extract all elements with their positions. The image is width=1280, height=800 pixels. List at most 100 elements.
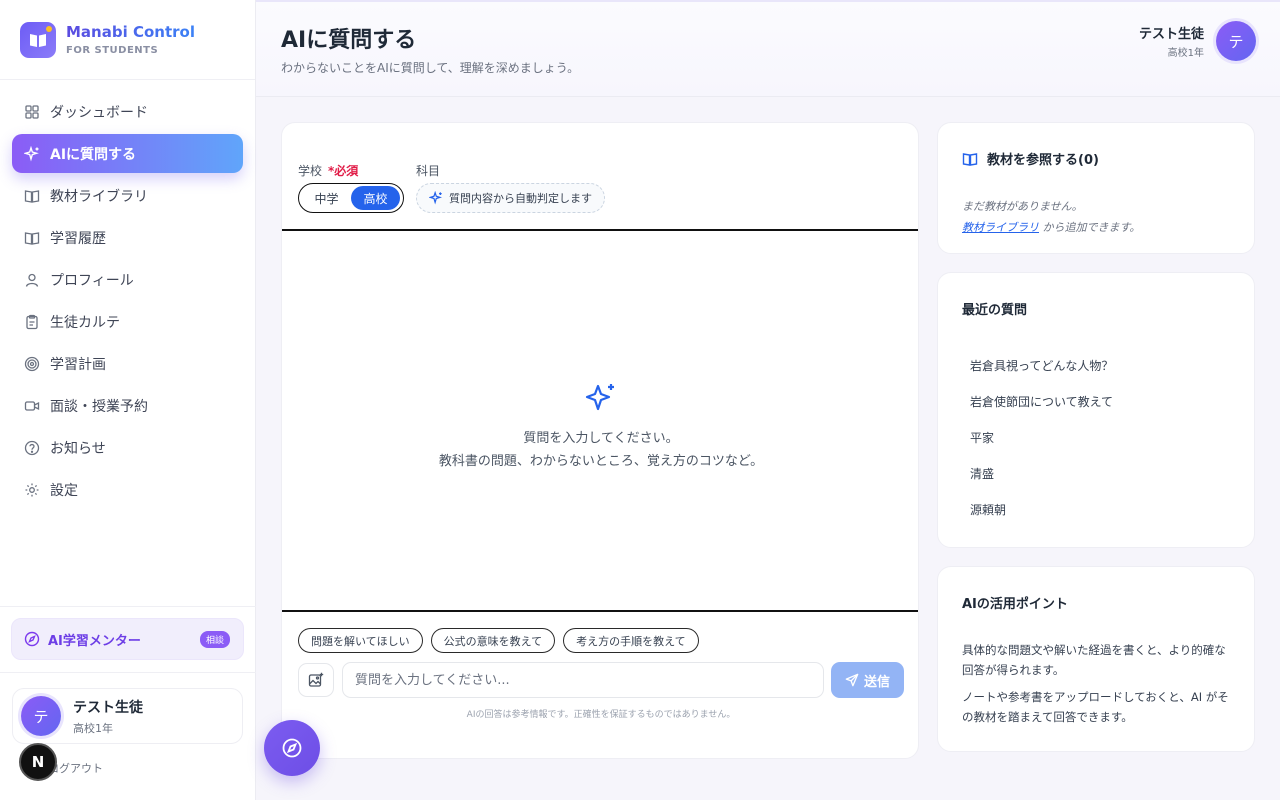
- materials-card: 教材を参照する(0) まだ教材がありません。 教材ライブラリ から追加できます。: [937, 122, 1255, 254]
- materials-suffix: から追加できます。: [1039, 221, 1141, 234]
- page-subtitle: わからないことをAIに質問して、理解を深めましょう。: [281, 61, 580, 75]
- book-logo-icon: [20, 21, 56, 58]
- sidebar-item-label: お知らせ: [50, 440, 106, 457]
- recent-question-item[interactable]: 清盛: [970, 465, 994, 482]
- sidebar-item-label: 教材ライブラリ: [50, 188, 148, 205]
- compass-icon: [24, 631, 40, 647]
- sidebar-item-label: ダッシュボード: [50, 104, 148, 121]
- sidebar-divider: [0, 672, 256, 673]
- recent-title: 最近の質問: [962, 303, 1028, 318]
- chat-card: 学校 *必須 科目 中学 高校 質問内容から自動判定します 質問を入力してください…: [281, 122, 919, 759]
- tips-card: AIの活用ポイント 具体的な問題文や解いた経過を書くと、より的確な回答が得られま…: [937, 566, 1255, 752]
- school-selector: 中学 高校: [298, 183, 404, 213]
- materials-empty: まだ教材がありません。 教材ライブラリ から追加できます。: [962, 198, 1140, 235]
- suggestion-chip[interactable]: 公式の意味を教えて: [430, 628, 556, 653]
- user-icon: [25, 273, 39, 287]
- sidebar-item-library[interactable]: 教材ライブラリ: [12, 176, 243, 215]
- sidebar-item-dashboard[interactable]: ダッシュボード: [12, 92, 243, 131]
- book-open-icon: [24, 231, 40, 245]
- materials-title-label: 教材を参照する(0): [987, 153, 1099, 168]
- sidebar-item-label: プロフィール: [50, 272, 134, 289]
- user-grade: 高校1年: [73, 721, 113, 735]
- sidebar-item-history[interactable]: 学習履歴: [12, 218, 243, 257]
- sidebar-item-profile[interactable]: プロフィール: [12, 260, 243, 299]
- sidebar-item-ask-ai[interactable]: AIに質問する: [12, 134, 243, 173]
- materials-title[interactable]: 教材を参照する(0): [962, 149, 1099, 168]
- subject-auto-label: 質問内容から自動判定します: [449, 192, 592, 205]
- sidebar-item-label: 設定: [50, 482, 78, 499]
- sidebar-item-label: 生徒カルテ: [50, 314, 120, 331]
- help-circle-icon: [24, 440, 40, 455]
- sidebar: Manabi Control FOR STUDENTS ダッシュボード AIに質…: [0, 0, 256, 800]
- library-link[interactable]: 教材ライブラリ: [962, 221, 1039, 234]
- n-badge[interactable]: N: [19, 743, 57, 781]
- clipboard-icon: [26, 314, 38, 329]
- recent-question-item[interactable]: 岩倉具視ってどんな人物？: [970, 357, 1113, 374]
- sidebar-item-student-record[interactable]: 生徒カルテ: [12, 302, 243, 341]
- sidebar-item-label: 学習計画: [50, 356, 106, 373]
- required-mark: *必須: [328, 164, 359, 178]
- avatar: テ: [21, 696, 61, 736]
- send-icon: [845, 673, 859, 687]
- suggestion-chips: 問題を解いてほしい 公式の意味を教えて 考え方の手順を教えて: [298, 628, 707, 653]
- tips-title: AIの活用ポイント: [962, 597, 1068, 612]
- school-option-high[interactable]: 高校: [351, 186, 400, 210]
- empty-state: 質問を入力してください。 教科書の問題、わからないところ、覚え方のコツなど。: [282, 381, 918, 469]
- materials-empty-text: まだ教材がありません。: [962, 200, 1083, 213]
- sidebar-item-booking[interactable]: 面談・授業予約: [12, 386, 243, 425]
- sparkle-icon: [429, 191, 443, 205]
- sidebar-item-study-plan[interactable]: 学習計画: [12, 344, 243, 383]
- user-card[interactable]: テ テスト生徒 高校1年: [12, 688, 243, 744]
- sidebar-item-label: 学習履歴: [50, 230, 106, 247]
- suggestion-chip[interactable]: 問題を解いてほしい: [298, 628, 423, 653]
- empty-state-line2: 教科書の問題、わからないところ、覚え方のコツなど。: [438, 454, 764, 469]
- recent-questions-card: 最近の質問 岩倉具視ってどんな人物？ 岩倉使節団について教えて 平家 清盛 源頼…: [937, 272, 1255, 548]
- brand-subtitle: FOR STUDENTS: [66, 45, 159, 56]
- school-label: 学校 *必須: [298, 164, 359, 178]
- empty-state-line1: 質問を入力してください。: [523, 431, 679, 446]
- recent-question-item[interactable]: 源頼朝: [970, 501, 1006, 518]
- disclaimer: AIの回答は参考情報です。正確性を保証するものではありません。: [466, 710, 736, 720]
- sidebar-item-notices[interactable]: お知らせ: [12, 428, 243, 467]
- gear-icon: [25, 483, 39, 496]
- subject-auto-detect[interactable]: 質問内容から自動判定します: [416, 183, 605, 213]
- tip-text: 具体的な問題文や解いた経過を書くと、より的確な回答が得られます。: [962, 643, 1226, 677]
- compass-icon: [282, 738, 302, 758]
- divider: [282, 229, 918, 231]
- tip-text: ノートや参考書をアップロードしておくと、AI がその教材を踏まえて回答できます。: [962, 690, 1229, 724]
- recent-question-item[interactable]: 平家: [970, 429, 994, 446]
- mentor-fab[interactable]: [264, 720, 320, 776]
- user-name: テスト生徒: [73, 699, 143, 716]
- send-button[interactable]: 送信: [831, 662, 904, 698]
- divider: [282, 610, 918, 612]
- sparkle-icon: [24, 145, 39, 161]
- video-icon: [24, 400, 40, 411]
- brand-name: Manabi Control: [66, 23, 195, 41]
- sparkle-icon: [585, 384, 614, 411]
- target-icon: [24, 356, 40, 371]
- sidebar-divider: [0, 606, 256, 607]
- attach-image-button[interactable]: [298, 663, 334, 697]
- header-user-name: テスト生徒: [1138, 27, 1204, 42]
- header-avatar: テ: [1216, 21, 1256, 61]
- mentor-badge: 相談: [199, 631, 230, 648]
- grid-icon: [25, 104, 39, 119]
- book-icon: [962, 152, 978, 166]
- sidebar-item-settings[interactable]: 設定: [12, 470, 243, 509]
- send-label: 送信: [863, 674, 890, 690]
- page-title: AIに質問する: [281, 28, 417, 53]
- image-plus-icon: [308, 672, 324, 687]
- school-option-middle[interactable]: 中学: [302, 186, 351, 210]
- brand[interactable]: Manabi Control FOR STUDENTS: [0, 0, 255, 80]
- recent-question-item[interactable]: 岩倉使節団について教えて: [970, 393, 1113, 410]
- sidebar-item-label: 面談・授業予約: [50, 398, 148, 415]
- book-icon: [24, 189, 40, 203]
- header-user-grade: 高校1年: [1167, 48, 1204, 59]
- question-input[interactable]: [342, 662, 824, 698]
- ai-mentor-label: AI学習メンター: [48, 633, 141, 649]
- suggestion-chip[interactable]: 考え方の手順を教えて: [563, 628, 699, 653]
- ai-mentor-button[interactable]: AI学習メンター 相談: [11, 618, 244, 660]
- sidebar-nav: ダッシュボード AIに質問する 教材ライブラリ 学習履歴 プロフィール 生徒カル…: [0, 80, 255, 509]
- page-header: AIに質問する わからないことをAIに質問して、理解を深めましょう。 テスト生徒…: [256, 0, 1280, 97]
- header-user[interactable]: テスト生徒 高校1年 テ: [1139, 21, 1256, 61]
